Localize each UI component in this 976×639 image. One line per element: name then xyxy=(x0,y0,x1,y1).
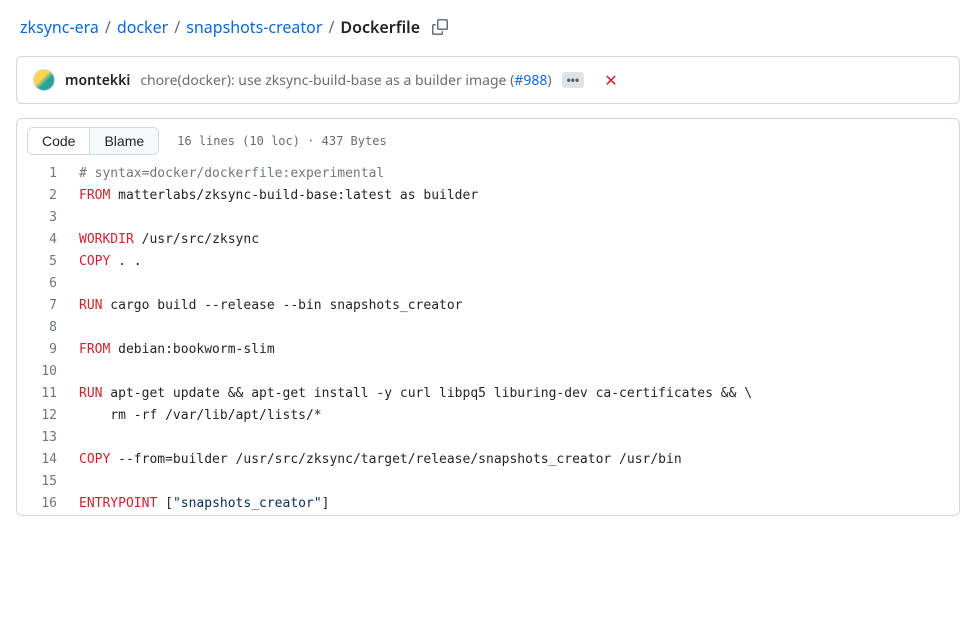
line-number[interactable]: 15 xyxy=(17,471,79,493)
line-number[interactable]: 8 xyxy=(17,317,79,339)
code-row: 1# syntax=docker/dockerfile:experimental xyxy=(17,163,959,185)
blame-tab-button[interactable]: Blame xyxy=(90,128,158,154)
code-tab-button[interactable]: Code xyxy=(28,128,90,154)
line-number[interactable]: 9 xyxy=(17,339,79,361)
code-line[interactable]: COPY --from=builder /usr/src/zksync/targ… xyxy=(79,449,698,471)
code-line[interactable]: FROM matterlabs/zksync-build-base:latest… xyxy=(79,185,494,207)
pr-link[interactable]: #988 xyxy=(514,71,547,90)
line-number[interactable]: 12 xyxy=(17,405,79,427)
breadcrumb-sep: / xyxy=(174,16,180,38)
code-row: 10 xyxy=(17,361,959,383)
breadcrumb-sep: / xyxy=(105,16,111,38)
line-number[interactable]: 1 xyxy=(17,163,79,185)
breadcrumb-root[interactable]: zksync-era xyxy=(20,16,99,38)
code-row: 8 xyxy=(17,317,959,339)
breadcrumb-current: Dockerfile xyxy=(340,16,420,38)
code-line[interactable] xyxy=(79,207,103,229)
code-line[interactable]: FROM debian:bookworm-slim xyxy=(79,339,291,361)
commit-message-text: chore(docker): use zksync-build-base as … xyxy=(140,71,514,90)
code-row: 12 rm -rf /var/lib/apt/lists/* xyxy=(17,405,959,427)
line-number[interactable]: 10 xyxy=(17,361,79,383)
code-row: 3 xyxy=(17,207,959,229)
commit-message-suffix: ) xyxy=(547,71,551,90)
code-row: 4WORKDIR /usr/src/zksync xyxy=(17,229,959,251)
code-line[interactable]: rm -rf /var/lib/apt/lists/* xyxy=(79,405,338,427)
line-number[interactable]: 6 xyxy=(17,273,79,295)
file-view: Code Blame 16 lines (10 loc) · 437 Bytes… xyxy=(16,118,960,516)
commit-message[interactable]: chore(docker): use zksync-build-base as … xyxy=(140,71,551,90)
breadcrumb-part-snapshots-creator[interactable]: snapshots-creator xyxy=(186,16,322,38)
code-body: 1# syntax=docker/dockerfile:experimental… xyxy=(17,163,959,515)
file-meta: 16 lines (10 loc) · 437 Bytes xyxy=(177,134,387,148)
copy-path-icon[interactable] xyxy=(432,19,448,35)
breadcrumb-sep: / xyxy=(328,16,334,38)
code-line[interactable]: RUN apt-get update && apt-get install -y… xyxy=(79,383,768,405)
line-number[interactable]: 5 xyxy=(17,251,79,273)
expand-commit-button[interactable]: ••• xyxy=(562,72,585,88)
line-number[interactable]: 13 xyxy=(17,427,79,449)
commit-author[interactable]: montekki xyxy=(65,71,130,90)
line-number[interactable]: 2 xyxy=(17,185,79,207)
code-row: 14COPY --from=builder /usr/src/zksync/ta… xyxy=(17,449,959,471)
code-row: 15 xyxy=(17,471,959,493)
code-row: 13 xyxy=(17,427,959,449)
code-line[interactable]: ENTRYPOINT ["snapshots_creator"] xyxy=(79,493,345,515)
line-number[interactable]: 3 xyxy=(17,207,79,229)
code-row: 2FROM matterlabs/zksync-build-base:lates… xyxy=(17,185,959,207)
code-line[interactable]: RUN cargo build --release --bin snapshot… xyxy=(79,295,479,317)
view-toggle: Code Blame xyxy=(27,127,159,155)
avatar[interactable] xyxy=(33,69,55,91)
code-line[interactable] xyxy=(79,317,103,339)
code-line[interactable] xyxy=(79,427,103,449)
file-toolbar: Code Blame 16 lines (10 loc) · 437 Bytes xyxy=(17,119,959,163)
line-number[interactable]: 14 xyxy=(17,449,79,471)
code-line[interactable]: COPY . . xyxy=(79,251,158,273)
code-row: 6 xyxy=(17,273,959,295)
code-line[interactable] xyxy=(79,471,103,493)
code-row: 16ENTRYPOINT ["snapshots_creator"] xyxy=(17,493,959,515)
line-number[interactable]: 16 xyxy=(17,493,79,515)
breadcrumb-part-docker[interactable]: docker xyxy=(117,16,168,38)
close-icon[interactable]: ✕ xyxy=(604,69,617,91)
line-number[interactable]: 4 xyxy=(17,229,79,251)
code-line[interactable] xyxy=(79,273,103,295)
code-row: 9FROM debian:bookworm-slim xyxy=(17,339,959,361)
code-line[interactable]: WORKDIR /usr/src/zksync xyxy=(79,229,275,251)
code-line[interactable] xyxy=(79,361,103,383)
breadcrumb: zksync-era / docker / snapshots-creator … xyxy=(16,16,960,38)
latest-commit-bar: montekki chore(docker): use zksync-build… xyxy=(16,56,960,104)
line-number[interactable]: 7 xyxy=(17,295,79,317)
code-row: 7RUN cargo build --release --bin snapsho… xyxy=(17,295,959,317)
line-number[interactable]: 11 xyxy=(17,383,79,405)
code-row: 11RUN apt-get update && apt-get install … xyxy=(17,383,959,405)
code-row: 5COPY . . xyxy=(17,251,959,273)
code-line[interactable]: # syntax=docker/dockerfile:experimental xyxy=(79,163,400,185)
